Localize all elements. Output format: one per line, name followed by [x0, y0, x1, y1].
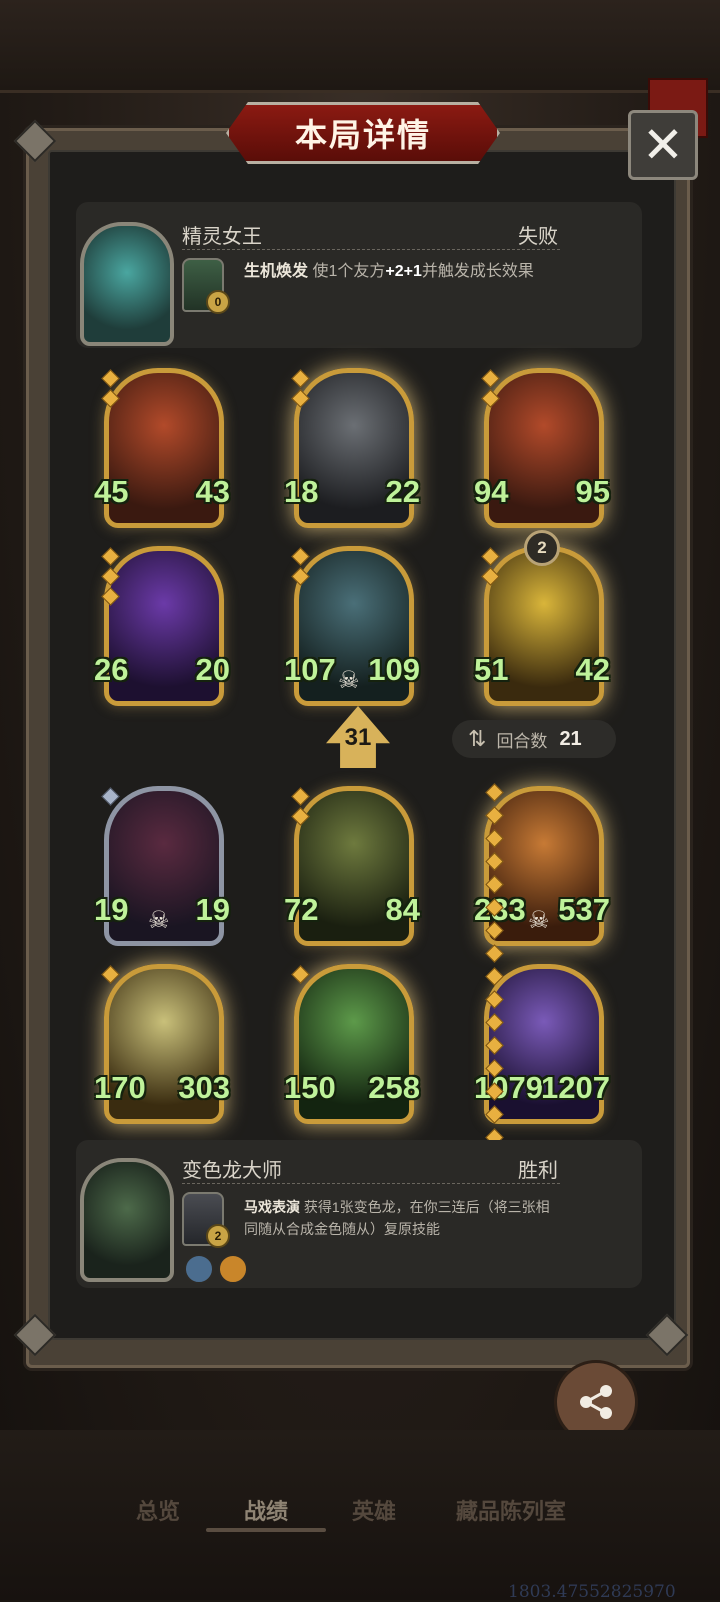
minion-attack: 150	[284, 1070, 336, 1105]
chameleon-badge-icon[interactable]	[218, 1254, 248, 1284]
minion-attack: 1079	[474, 1070, 543, 1105]
minion-health: 537	[558, 892, 610, 927]
close-button[interactable]: ✕	[628, 110, 698, 180]
opponent-hero-name: 精灵女王	[182, 226, 262, 248]
skill-description: 生机焕发 使1个友方+2+1并触发成长效果	[244, 260, 564, 283]
opponent-result: 失败	[518, 226, 558, 248]
opponent-minion-3[interactable]: 94 95	[474, 364, 610, 528]
skill-name: 生机焕发	[244, 263, 309, 280]
round-label: 回合数	[496, 731, 548, 751]
divider	[182, 249, 560, 250]
star-chain	[481, 369, 500, 412]
opponent-minion-4[interactable]: 26 20	[94, 542, 230, 706]
minion-attack: 107	[284, 652, 336, 687]
hero-portrait-chameleon-master[interactable]	[80, 1158, 174, 1282]
minion-health: 109	[368, 652, 420, 687]
minion-attack: 26	[94, 652, 129, 687]
share-icon	[580, 1385, 612, 1419]
level-badge: 2	[524, 530, 560, 566]
player-minion-5[interactable]: 150 258	[284, 960, 420, 1124]
star-chain	[291, 369, 310, 412]
skull-icon: ☠	[148, 907, 170, 934]
star-chain	[101, 547, 120, 610]
minion-health: 258	[368, 1070, 420, 1105]
opponent-minion-6[interactable]: 2 51 42	[474, 530, 610, 706]
opponent-minion-5[interactable]: 107 109 ☠	[284, 542, 420, 706]
minion-health: 22	[385, 474, 420, 509]
minion-health: 42	[575, 652, 610, 687]
player-hero-name: 变色龙大师	[182, 1160, 282, 1182]
player-result: 胜利	[518, 1160, 558, 1182]
star-chain	[291, 965, 310, 988]
minion-attack: 19	[94, 892, 129, 927]
round-counter: ⇅ 回合数 21	[452, 720, 616, 758]
star-chain	[481, 547, 500, 590]
skull-icon: ☠	[528, 907, 550, 934]
hero-portrait-elf-queen[interactable]	[80, 222, 174, 346]
minion-attack: 72	[284, 892, 319, 927]
skill-name: 马戏表演	[244, 1199, 300, 1215]
tab-heroes[interactable]: 英雄	[352, 1494, 396, 1526]
refresh-icon: ⇅	[468, 726, 487, 751]
minion-attack: 94	[474, 474, 509, 509]
player-minion-4[interactable]: 170 303	[94, 960, 230, 1124]
star-chain	[291, 787, 310, 830]
minion-attack: 51	[474, 652, 509, 687]
minion-health: 20	[195, 652, 230, 687]
player-minion-2[interactable]: 72 84	[284, 782, 420, 946]
tab-overview[interactable]: 总览	[136, 1494, 180, 1526]
page-title: 本局详情	[294, 117, 431, 153]
skill-desc-suffix: 并触发成长效果	[421, 263, 534, 280]
star-chain	[291, 547, 310, 590]
minion-attack: 170	[94, 1070, 146, 1105]
minion-attack: 18	[284, 474, 319, 509]
skill-desc-highlight: +2+1	[385, 263, 422, 280]
tab-collection[interactable]: 藏品陈列室	[456, 1494, 566, 1526]
skill-cost-badge: 0	[206, 290, 230, 314]
opponent-minion-1[interactable]: 45 43	[94, 364, 230, 528]
sword-badge-icon[interactable]	[184, 1254, 214, 1284]
round-value: 21	[559, 727, 582, 750]
skill-desc-prefix: 使1个友方	[312, 263, 386, 280]
star-chain	[101, 787, 120, 810]
active-tab-indicator	[206, 1528, 326, 1532]
minion-health: 95	[575, 474, 610, 509]
title-banner: 本局详情	[226, 102, 500, 164]
opponent-minion-2[interactable]: 18 22	[284, 364, 420, 528]
minion-health: 1207	[541, 1070, 610, 1105]
minion-health: 303	[178, 1070, 230, 1105]
minion-health: 19	[195, 892, 230, 927]
skill-description: 马戏表演 获得1张变色龙，在你三连后（将三张相同随从合成金色随从）复原技能	[244, 1196, 558, 1240]
minion-attack: 45	[94, 474, 129, 509]
minion-health: 84	[385, 892, 420, 927]
tab-record[interactable]: 战绩	[244, 1494, 288, 1526]
star-chain	[101, 369, 120, 412]
skill-cost-badge: 2	[206, 1224, 230, 1248]
close-icon: ✕	[642, 117, 684, 173]
skull-icon: ☠	[338, 667, 360, 694]
star-chain	[101, 965, 120, 988]
coordinate-readout: 1803.47552825970	[508, 1582, 676, 1602]
top-bar	[0, 0, 720, 93]
divider	[182, 1183, 560, 1184]
minion-health: 43	[195, 474, 230, 509]
player-minion-1[interactable]: 19 19 ☠	[94, 782, 230, 946]
